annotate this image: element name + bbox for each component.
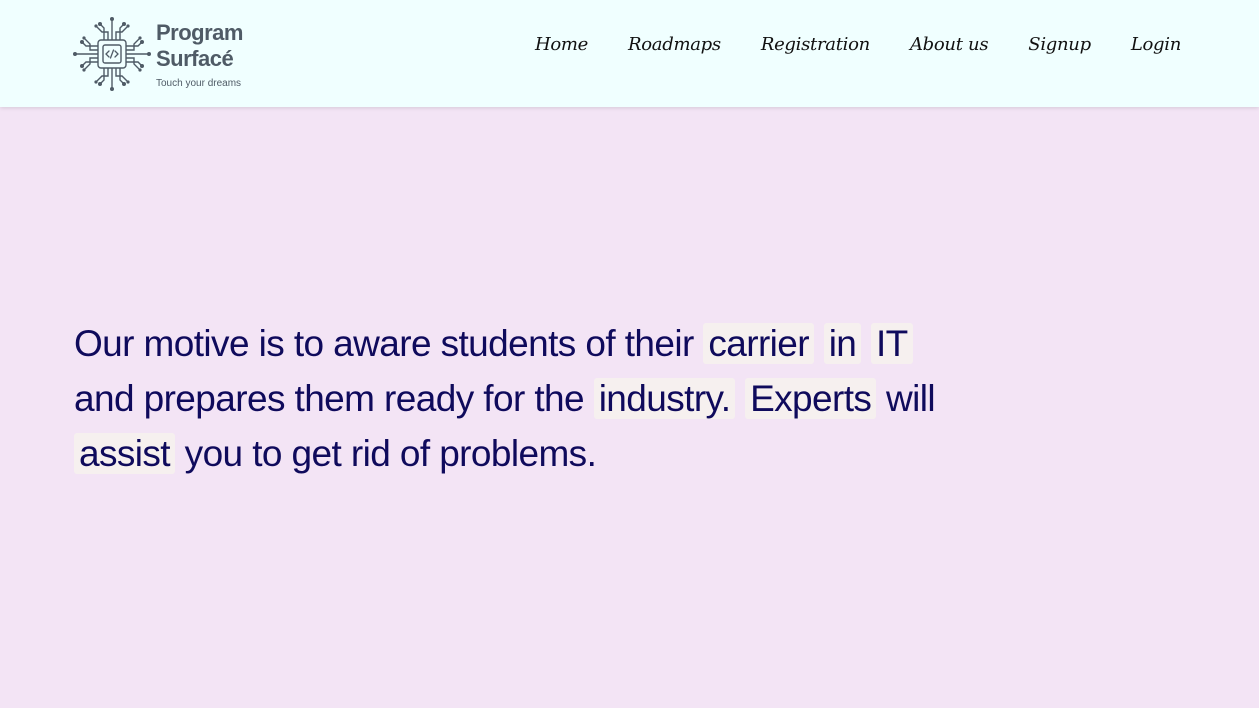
highlight-in: in <box>823 323 862 364</box>
hero-statement: Our motive is to aware students of their… <box>74 316 954 481</box>
circuit-chip-icon <box>73 17 151 91</box>
nav-home[interactable]: Home <box>535 34 588 55</box>
nav-roadmaps[interactable]: Roadmaps <box>628 34 721 55</box>
nav-login[interactable]: Login <box>1131 34 1181 55</box>
brand-name: Program Surfacé <box>156 19 243 71</box>
main-nav: Home Roadmaps Registration About us Sign… <box>535 34 1181 55</box>
hero-text-4: you to get rid of problems. <box>184 433 597 474</box>
highlight-industry: industry. <box>593 378 736 419</box>
highlight-assist: assist <box>74 433 175 474</box>
hero-text-2: and prepares them ready for the <box>74 378 585 419</box>
hero-text-3: will <box>886 378 936 419</box>
site-header: Program Surfacé Touch your dreams Home R… <box>0 0 1259 107</box>
brand-tagline: Touch your dreams <box>156 77 242 89</box>
nav-signup[interactable]: Signup <box>1028 34 1091 55</box>
highlight-it: IT <box>870 323 913 364</box>
highlight-experts: Experts <box>745 378 877 419</box>
highlight-carrier: carrier <box>703 323 814 364</box>
logo-text: Program Surfacé Touch your dreams <box>156 20 312 89</box>
hero-text-1: Our motive is to aware students of their <box>74 323 694 364</box>
nav-about-us[interactable]: About us <box>910 34 989 55</box>
logo-link[interactable]: Program Surfacé Touch your dreams <box>72 14 312 94</box>
nav-registration[interactable]: Registration <box>761 34 870 55</box>
